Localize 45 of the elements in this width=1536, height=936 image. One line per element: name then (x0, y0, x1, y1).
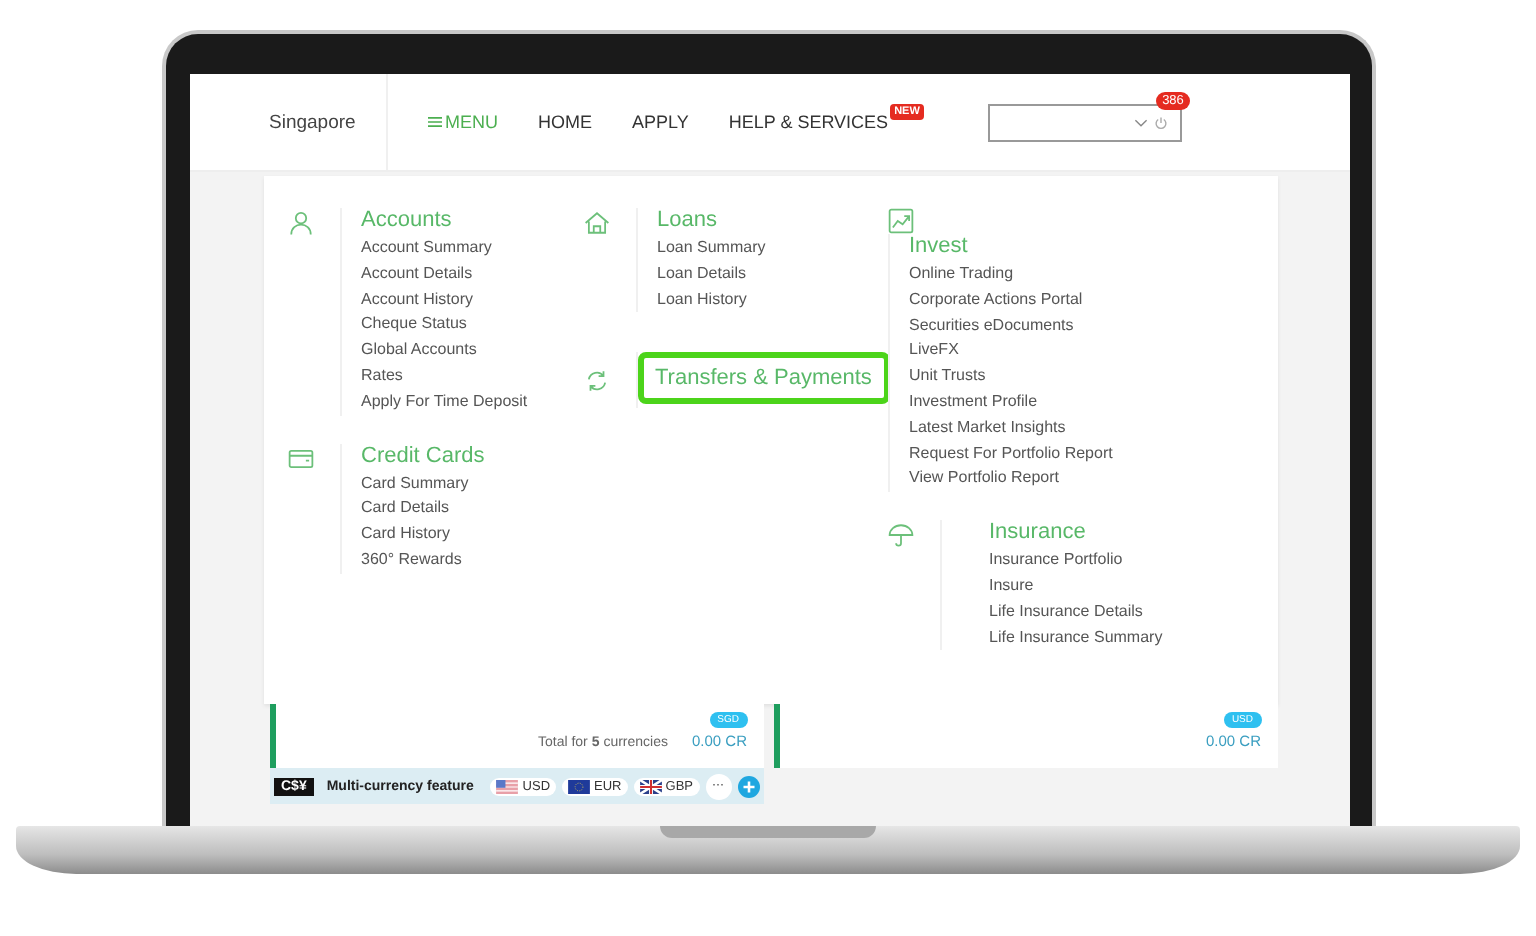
menu-link[interactable]: Life Insurance Summary (989, 625, 1163, 651)
menu-link[interactable]: Online Trading (909, 262, 1014, 288)
chart-icon (887, 208, 913, 234)
nav-link[interactable]: APPLY (632, 112, 689, 132)
menu-link[interactable]: 360° Rewards (361, 547, 462, 574)
menu-link[interactable]: Insure (989, 573, 1034, 600)
house-icon (583, 210, 609, 236)
menu-link[interactable]: Loan Summary (657, 236, 766, 262)
menu-icon (427, 116, 441, 128)
chevron-icon (1133, 117, 1148, 127)
menu-link[interactable]: Loan History (657, 287, 747, 313)
menu-link[interactable]: Cheque Status (361, 312, 467, 339)
flag-icon (496, 779, 519, 793)
umbrella-icon (887, 522, 913, 549)
flag-icon (639, 779, 662, 793)
menu-link[interactable]: View Portfolio Report (909, 466, 1059, 493)
menu-link[interactable]: Account Summary (361, 236, 492, 262)
menu-link[interactable]: Unit Trusts (909, 364, 986, 390)
menu-link[interactable]: Account History (361, 287, 474, 313)
menu-link[interactable]: Apply For Time Deposit (361, 389, 528, 416)
power-icon (1153, 115, 1168, 129)
person-icon (287, 210, 313, 236)
location-label: Singapore (269, 111, 358, 133)
menu-link[interactable]: Loan Details (657, 261, 746, 288)
menu-link[interactable]: Card Details (361, 496, 450, 523)
menu-link[interactable]: Securities eDocuments (909, 313, 1074, 339)
nav-link[interactable]: HELP & SERVICES (728, 112, 889, 132)
menu-link[interactable]: Corporate Actions Portal (909, 287, 1083, 314)
menu-link[interactable]: Insurance Portfolio (989, 548, 1123, 574)
menu-link[interactable]: Investment Profile (909, 389, 1038, 416)
menu-link[interactable]: Card Summary (361, 471, 469, 497)
flag-icon (568, 779, 591, 793)
menu-link[interactable]: Rates (361, 363, 403, 390)
add-icon[interactable] (737, 775, 759, 797)
menu-link[interactable]: Global Accounts (361, 338, 477, 364)
menu-link[interactable]: LiveFX (909, 338, 959, 365)
nav-link[interactable]: HOME (538, 112, 592, 132)
refresh-icon (583, 368, 609, 395)
menu-link[interactable]: Request For Portfolio Report (909, 441, 1113, 467)
menu-link[interactable]: Card History (361, 522, 450, 548)
card-icon (287, 445, 313, 472)
menu-link[interactable]: Life Insurance Details (989, 599, 1143, 626)
account-dropdown[interactable] (987, 103, 1182, 141)
menu-link[interactable]: Latest Market Insights (909, 415, 1066, 442)
menu-link[interactable]: Account Details (361, 261, 473, 288)
